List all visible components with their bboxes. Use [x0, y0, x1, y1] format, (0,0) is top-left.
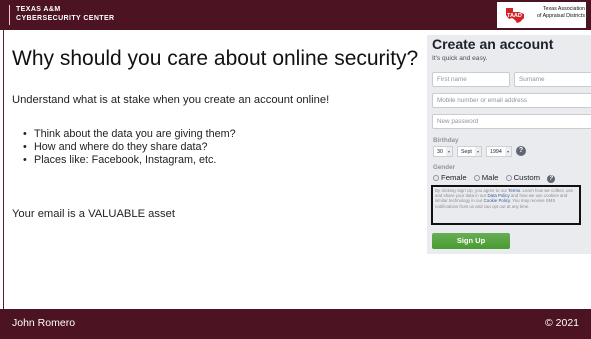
gender-option-female: Female: [433, 173, 467, 182]
birthday-day-value: 30: [437, 149, 443, 155]
slide: TEXAS A&M CYBERSECURITY CENTER TAAD Texa…: [0, 0, 591, 339]
copyright: © 2021: [544, 317, 579, 329]
partner-name: Texas Association of Appraisal Districts: [525, 6, 585, 19]
signup-form-screenshot: Create an account It's quick and easy. F…: [427, 35, 591, 254]
help-icon: ?: [547, 175, 556, 183]
intro-text: Understand what is at stake when you cre…: [12, 94, 330, 106]
help-icon: ?: [516, 146, 526, 156]
radio-icon: [473, 174, 480, 181]
signup-subtitle: It's quick and easy.: [432, 55, 488, 62]
footer-bar: John Romero © 2021: [0, 309, 591, 339]
password-field: New password: [432, 114, 591, 129]
taad-acronym: TAAD: [507, 13, 522, 19]
header-bar: TEXAS A&M CYBERSECURITY CENTER TAAD Texa…: [0, 0, 591, 30]
radio-icon: [433, 174, 439, 181]
chevron-down-icon: ▾: [446, 147, 452, 156]
gender-label: Gender: [433, 164, 456, 171]
terms-notice: By clicking Sign Up, you agree to our Te…: [431, 185, 581, 225]
birthday-label: Birthday: [433, 137, 459, 144]
mobile-email-field: Mobile number or email address: [432, 93, 591, 108]
gender-options: Female Male Custom ?: [433, 173, 556, 183]
radio-icon: [505, 174, 512, 181]
bullet-list: Think about the data you are giving them…: [34, 128, 236, 167]
signup-title: Create an account: [432, 36, 554, 52]
birthday-month-value: Sept: [461, 149, 472, 155]
surname-field: Surname: [514, 72, 591, 87]
slide-title: Why should you care about online securit…: [12, 47, 419, 70]
org-name-line1: TEXAS A&M: [16, 6, 61, 13]
gender-option-custom: Custom: [505, 173, 540, 182]
birthday-year-select: 1994 ▾: [486, 146, 512, 157]
org-logo: TEXAS A&M CYBERSECURITY CENTER: [9, 5, 159, 25]
chevron-down-icon: ▾: [505, 147, 511, 156]
email-note: Your email is a VALUABLE asset: [12, 208, 175, 220]
chevron-down-icon: ▾: [475, 147, 481, 156]
birthday-month-select: Sept ▾: [457, 146, 482, 157]
partner-logo: TAAD Texas Association of Appraisal Dist…: [497, 2, 586, 28]
bullet-item: Places like: Facebook, Instagram, etc.: [34, 154, 236, 167]
bullet-item: How and where do they share data?: [34, 141, 236, 154]
org-name-line2: CYBERSECURITY CENTER: [16, 15, 115, 22]
presenter-name: John Romero: [12, 317, 76, 329]
birthday-day-select: 30 ▾: [433, 146, 453, 157]
first-name-field: First name: [432, 72, 510, 87]
taad-texas-icon: TAAD: [504, 6, 524, 23]
bullet-item: Think about the data you are giving them…: [34, 128, 236, 141]
gender-option-male: Male: [473, 173, 498, 182]
partner-name-line2: of Appraisal Districts: [537, 12, 585, 19]
signup-button: Sign Up: [432, 233, 510, 249]
left-rule: [3, 30, 4, 309]
birthday-year-value: 1994: [490, 149, 502, 155]
